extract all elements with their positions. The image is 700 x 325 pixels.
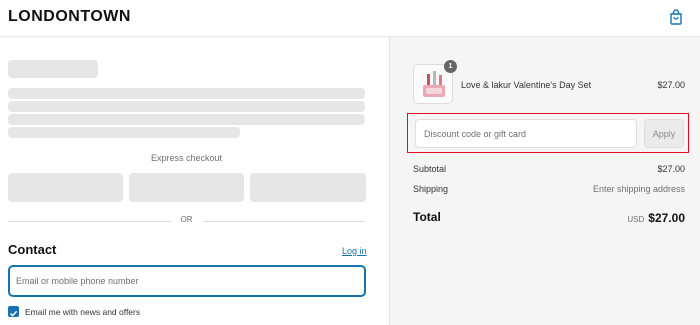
- skeleton-line: [8, 101, 365, 112]
- total-amount: $27.00: [648, 211, 685, 225]
- skeleton-line: [8, 88, 365, 99]
- newsletter-checkbox[interactable]: [8, 306, 19, 317]
- login-link[interactable]: Log in: [342, 246, 367, 256]
- skeleton-line: [8, 114, 365, 125]
- contact-heading: Contact: [8, 242, 57, 257]
- discount-code-input[interactable]: [415, 119, 637, 148]
- shopping-bag-icon[interactable]: [669, 9, 683, 25]
- discount-highlight: Apply: [407, 113, 689, 153]
- apply-discount-button[interactable]: Apply: [644, 119, 684, 148]
- email-field[interactable]: [8, 265, 366, 297]
- skeleton-line: [8, 127, 240, 138]
- total-label: Total: [413, 210, 441, 224]
- store-logo[interactable]: LONDONTOWN: [8, 8, 131, 26]
- currency-code: USD: [627, 215, 645, 224]
- product-name: Love & lakur Valentine's Day Set: [461, 80, 592, 90]
- checkout-main: Express checkout OR Contact Log in Email…: [0, 37, 389, 325]
- product-price: $27.00: [657, 80, 685, 90]
- shipping-value: Enter shipping address: [592, 184, 685, 194]
- express-pay-button-3[interactable]: [250, 173, 366, 202]
- newsletter-label: Email me with news and offers: [25, 307, 141, 317]
- order-summary: 1 Love & lakur Valentine's Day Set $27.0…: [389, 37, 700, 325]
- subtotal-label: Subtotal: [413, 164, 447, 174]
- checkmark-icon: [9, 310, 18, 317]
- total-price: USD $27.00: [627, 209, 685, 227]
- shipping-label: Shipping: [413, 184, 449, 194]
- skeleton-heading: [8, 60, 98, 78]
- header: LONDONTOWN: [0, 0, 700, 37]
- quantity-badge: 1: [444, 60, 457, 73]
- subtotal-value: $27.00: [657, 164, 685, 174]
- express-pay-button-2[interactable]: [129, 173, 244, 202]
- or-label: OR: [180, 215, 193, 224]
- express-checkout-label: Express checkout: [150, 153, 223, 163]
- or-divider: OR: [8, 215, 365, 227]
- express-pay-button-1[interactable]: [8, 173, 123, 202]
- divider-line-right: [203, 221, 365, 222]
